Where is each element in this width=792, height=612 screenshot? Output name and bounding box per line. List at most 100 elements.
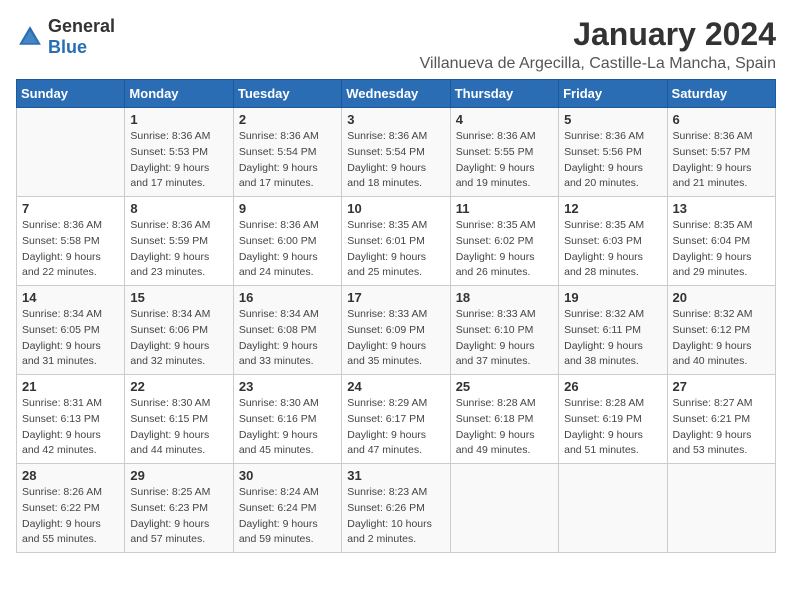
calendar-week-row: 21 Sunrise: 8:31 AM Sunset: 6:13 PM Dayli… [17, 375, 776, 464]
title-area: January 2024 Villanueva de Argecilla, Ca… [420, 16, 776, 73]
calendar-cell: 13 Sunrise: 8:35 AM Sunset: 6:04 PM Dayli… [667, 197, 775, 286]
calendar-cell [559, 464, 667, 553]
calendar-cell: 5 Sunrise: 8:36 AM Sunset: 5:56 PM Daylig… [559, 108, 667, 197]
page-header: General Blue January 2024 Villanueva de … [16, 16, 776, 73]
calendar-week-row: 7 Sunrise: 8:36 AM Sunset: 5:58 PM Daylig… [17, 197, 776, 286]
day-info: Sunrise: 8:28 AM Sunset: 6:19 PM Dayligh… [564, 396, 661, 459]
calendar-cell: 23 Sunrise: 8:30 AM Sunset: 6:16 PM Dayli… [233, 375, 341, 464]
day-number: 13 [673, 201, 770, 216]
calendar-cell [17, 108, 125, 197]
day-number: 23 [239, 379, 336, 394]
calendar-cell: 30Sunrise: 8:24 AM Sunset: 6:24 PM Dayli… [233, 464, 341, 553]
day-info: Sunrise: 8:36 AM Sunset: 5:54 PM Dayligh… [347, 129, 444, 192]
day-number: 22 [130, 379, 227, 394]
day-info: Sunrise: 8:36 AM Sunset: 6:00 PM Dayligh… [239, 218, 336, 281]
day-info: Sunrise: 8:29 AM Sunset: 6:17 PM Dayligh… [347, 396, 444, 459]
day-number: 24 [347, 379, 444, 394]
day-number: 26 [564, 379, 661, 394]
calendar-cell: 6 Sunrise: 8:36 AM Sunset: 5:57 PM Daylig… [667, 108, 775, 197]
month-title: January 2024 [420, 16, 776, 53]
calendar-header-row: SundayMondayTuesdayWednesdayThursdayFrid… [17, 80, 776, 108]
day-number: 16 [239, 290, 336, 305]
day-info: Sunrise: 8:35 AM Sunset: 6:03 PM Dayligh… [564, 218, 661, 281]
day-number: 30 [239, 468, 336, 483]
day-info: Sunrise: 8:36 AM Sunset: 5:57 PM Dayligh… [673, 129, 770, 192]
logo: General Blue [16, 16, 115, 58]
day-info: Sunrise: 8:33 AM Sunset: 6:10 PM Dayligh… [456, 307, 553, 370]
day-number: 3 [347, 112, 444, 127]
calendar-cell: 19 Sunrise: 8:32 AM Sunset: 6:11 PM Dayli… [559, 286, 667, 375]
day-number: 20 [673, 290, 770, 305]
col-header-friday: Friday [559, 80, 667, 108]
logo-general-text: General [48, 16, 115, 36]
calendar-cell: 18Sunrise: 8:33 AM Sunset: 6:10 PM Dayli… [450, 286, 558, 375]
calendar-cell: 27 Sunrise: 8:27 AM Sunset: 6:21 PM Dayli… [667, 375, 775, 464]
day-info: Sunrise: 8:35 AM Sunset: 6:02 PM Dayligh… [456, 218, 553, 281]
day-info: Sunrise: 8:36 AM Sunset: 5:59 PM Dayligh… [130, 218, 227, 281]
day-number: 4 [456, 112, 553, 127]
calendar-cell: 1 Sunrise: 8:36 AM Sunset: 5:53 PM Daylig… [125, 108, 233, 197]
calendar-cell: 7 Sunrise: 8:36 AM Sunset: 5:58 PM Daylig… [17, 197, 125, 286]
day-info: Sunrise: 8:36 AM Sunset: 5:53 PM Dayligh… [130, 129, 227, 192]
day-number: 19 [564, 290, 661, 305]
col-header-saturday: Saturday [667, 80, 775, 108]
calendar-cell: 2Sunrise: 8:36 AM Sunset: 5:54 PM Daylig… [233, 108, 341, 197]
calendar-cell: 3 Sunrise: 8:36 AM Sunset: 5:54 PM Daylig… [342, 108, 450, 197]
day-info: Sunrise: 8:27 AM Sunset: 6:21 PM Dayligh… [673, 396, 770, 459]
day-number: 9 [239, 201, 336, 216]
day-number: 7 [22, 201, 119, 216]
day-info: Sunrise: 8:31 AM Sunset: 6:13 PM Dayligh… [22, 396, 119, 459]
day-number: 6 [673, 112, 770, 127]
day-number: 5 [564, 112, 661, 127]
day-info: Sunrise: 8:26 AM Sunset: 6:22 PM Dayligh… [22, 485, 119, 548]
calendar-cell: 28 Sunrise: 8:26 AM Sunset: 6:22 PM Dayli… [17, 464, 125, 553]
day-info: Sunrise: 8:32 AM Sunset: 6:12 PM Dayligh… [673, 307, 770, 370]
calendar-cell: 29 Sunrise: 8:25 AM Sunset: 6:23 PM Dayli… [125, 464, 233, 553]
day-info: Sunrise: 8:36 AM Sunset: 5:56 PM Dayligh… [564, 129, 661, 192]
calendar-cell: 25Sunrise: 8:28 AM Sunset: 6:18 PM Dayli… [450, 375, 558, 464]
calendar-cell: 21 Sunrise: 8:31 AM Sunset: 6:13 PM Dayli… [17, 375, 125, 464]
day-number: 1 [130, 112, 227, 127]
calendar-cell: 17 Sunrise: 8:33 AM Sunset: 6:09 PM Dayli… [342, 286, 450, 375]
day-info: Sunrise: 8:23 AM Sunset: 6:26 PM Dayligh… [347, 485, 444, 548]
day-info: Sunrise: 8:33 AM Sunset: 6:09 PM Dayligh… [347, 307, 444, 370]
day-info: Sunrise: 8:35 AM Sunset: 6:01 PM Dayligh… [347, 218, 444, 281]
day-info: Sunrise: 8:30 AM Sunset: 6:16 PM Dayligh… [239, 396, 336, 459]
calendar-cell: 20 Sunrise: 8:32 AM Sunset: 6:12 PM Dayli… [667, 286, 775, 375]
day-info: Sunrise: 8:35 AM Sunset: 6:04 PM Dayligh… [673, 218, 770, 281]
calendar-cell: 10 Sunrise: 8:35 AM Sunset: 6:01 PM Dayli… [342, 197, 450, 286]
day-number: 17 [347, 290, 444, 305]
col-header-tuesday: Tuesday [233, 80, 341, 108]
calendar-cell: 12Sunrise: 8:35 AM Sunset: 6:03 PM Dayli… [559, 197, 667, 286]
location-title: Villanueva de Argecilla, Castille-La Man… [420, 55, 776, 73]
logo-icon [16, 23, 44, 51]
day-info: Sunrise: 8:30 AM Sunset: 6:15 PM Dayligh… [130, 396, 227, 459]
calendar-cell: 24 Sunrise: 8:29 AM Sunset: 6:17 PM Dayli… [342, 375, 450, 464]
day-info: Sunrise: 8:34 AM Sunset: 6:06 PM Dayligh… [130, 307, 227, 370]
day-info: Sunrise: 8:36 AM Sunset: 5:58 PM Dayligh… [22, 218, 119, 281]
col-header-wednesday: Wednesday [342, 80, 450, 108]
calendar-week-row: 14Sunrise: 8:34 AM Sunset: 6:05 PM Dayli… [17, 286, 776, 375]
day-info: Sunrise: 8:34 AM Sunset: 6:05 PM Dayligh… [22, 307, 119, 370]
calendar-cell [667, 464, 775, 553]
day-number: 27 [673, 379, 770, 394]
calendar-cell: 26 Sunrise: 8:28 AM Sunset: 6:19 PM Dayli… [559, 375, 667, 464]
col-header-thursday: Thursday [450, 80, 558, 108]
calendar-cell: 31Sunrise: 8:23 AM Sunset: 6:26 PM Dayli… [342, 464, 450, 553]
logo-blue-text: Blue [48, 37, 87, 57]
day-info: Sunrise: 8:25 AM Sunset: 6:23 PM Dayligh… [130, 485, 227, 548]
calendar-cell: 15Sunrise: 8:34 AM Sunset: 6:06 PM Dayli… [125, 286, 233, 375]
day-number: 21 [22, 379, 119, 394]
day-number: 10 [347, 201, 444, 216]
col-header-monday: Monday [125, 80, 233, 108]
day-info: Sunrise: 8:32 AM Sunset: 6:11 PM Dayligh… [564, 307, 661, 370]
day-number: 28 [22, 468, 119, 483]
calendar-cell: 14Sunrise: 8:34 AM Sunset: 6:05 PM Dayli… [17, 286, 125, 375]
day-number: 8 [130, 201, 227, 216]
calendar-cell: 4Sunrise: 8:36 AM Sunset: 5:55 PM Daylig… [450, 108, 558, 197]
day-number: 29 [130, 468, 227, 483]
calendar-cell: 11 Sunrise: 8:35 AM Sunset: 6:02 PM Dayli… [450, 197, 558, 286]
day-number: 2 [239, 112, 336, 127]
calendar-week-row: 28 Sunrise: 8:26 AM Sunset: 6:22 PM Dayli… [17, 464, 776, 553]
day-number: 11 [456, 201, 553, 216]
